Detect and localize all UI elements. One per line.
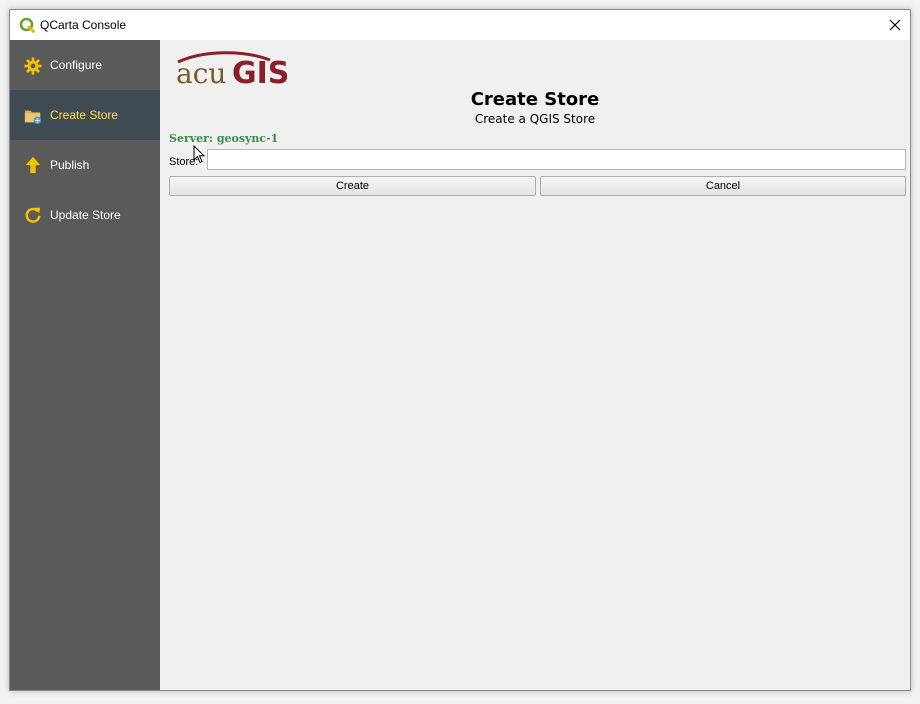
sidebar-item-label: Configure (50, 58, 103, 72)
close-icon (889, 19, 901, 31)
mouse-cursor-icon (193, 145, 205, 164)
page-title: Create Store (470, 89, 600, 110)
sidebar-item-label: Publish (50, 158, 90, 172)
sidebar-item-label: Create Store (50, 108, 119, 122)
close-button[interactable] (880, 10, 910, 40)
refresh-icon (25, 207, 41, 223)
gear-icon (24, 57, 42, 75)
qcarta-logo-icon (19, 17, 35, 33)
sidebar-item-publish[interactable]: Publish (10, 140, 160, 190)
app-window: QCarta Console Configure Create Store Pu… (9, 9, 911, 691)
server-label: Server: geosync-1 (169, 132, 279, 145)
arrow-up-icon (25, 156, 41, 174)
sidebar-item-update-store[interactable]: Update Store (10, 190, 160, 240)
svg-text:acu: acu (176, 57, 226, 88)
sidebar-item-configure[interactable]: Configure (10, 40, 160, 90)
store-input[interactable] (207, 149, 906, 170)
create-button[interactable]: Create (169, 176, 536, 196)
title-bar[interactable]: QCarta Console (10, 10, 910, 40)
window-title: QCarta Console (40, 18, 127, 32)
page-subtitle: Create a QGIS Store (474, 112, 596, 126)
main-content: acu GIS Create Store Create a QGIS Store… (160, 40, 910, 690)
sidebar-item-label: Update Store (50, 208, 121, 222)
sidebar-item-create-store[interactable]: Create Store (10, 90, 160, 140)
cancel-button[interactable]: Cancel (540, 176, 906, 196)
acugis-logo: acu GIS (176, 51, 289, 88)
folder-add-icon (24, 110, 42, 125)
svg-text:GIS: GIS (232, 56, 289, 88)
sidebar: Configure Create Store Publish Update St… (10, 40, 160, 690)
